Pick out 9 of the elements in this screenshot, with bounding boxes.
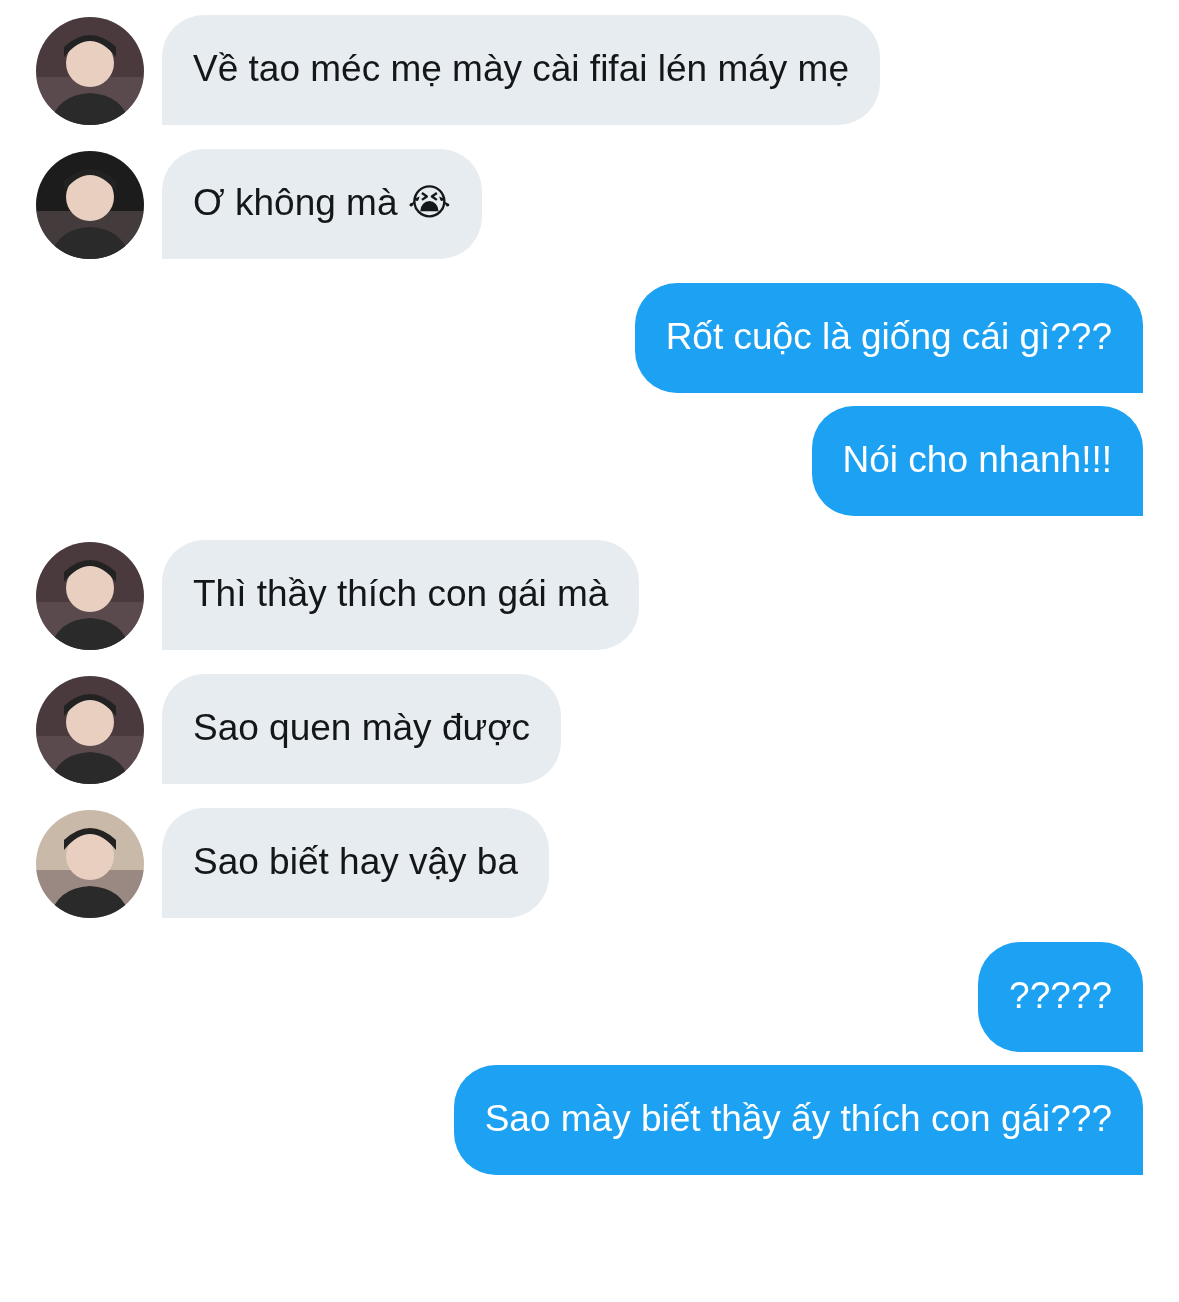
- message-text: Rốt cuộc là giống cái gì???: [665, 316, 1112, 357]
- message-text: Sao biết hay vậy ba: [193, 841, 518, 882]
- message-text: Thì thầy thích con gái mà: [193, 573, 609, 614]
- message-text: Ơ không mà 😭: [193, 182, 451, 223]
- message-text: ?????: [1009, 975, 1112, 1016]
- message-text: Sao mày biết thầy ấy thích con gái???: [484, 1098, 1112, 1139]
- message-text: Nói cho nhanh!!!: [842, 439, 1112, 480]
- message-text: Về tao méc mẹ mày cài fifai lén máy mẹ: [193, 48, 849, 89]
- message-text: Sao quen mày được: [193, 707, 530, 748]
